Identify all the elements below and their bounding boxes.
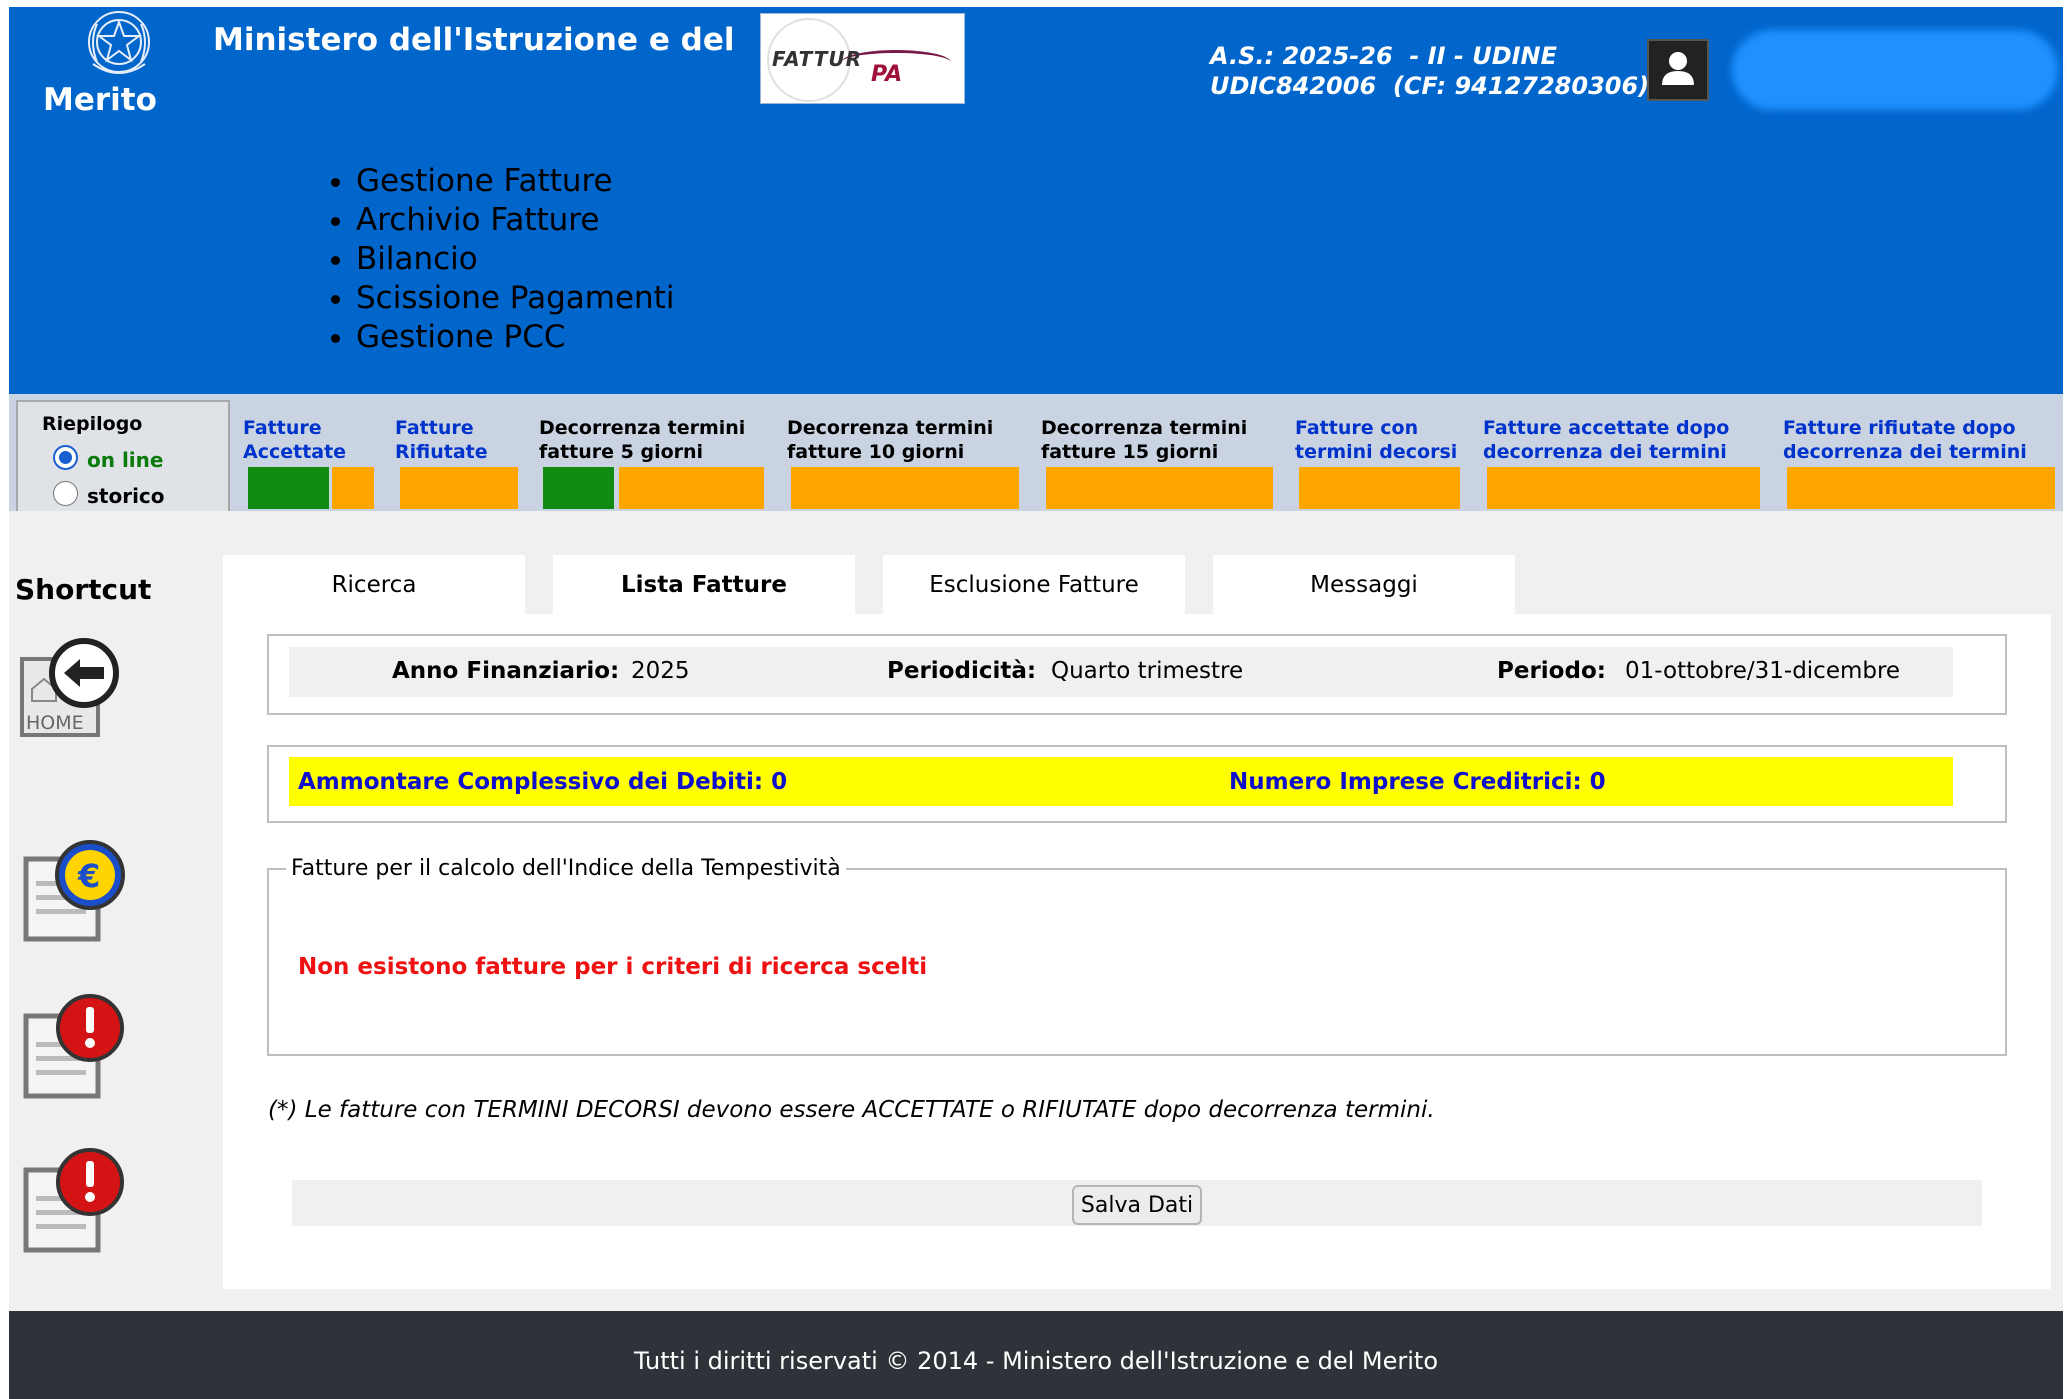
status-decorrenza-15-giorni: Decorrenza termini fatture 15 giorni xyxy=(1041,417,1248,463)
periodicita-value: Quarto trimestre xyxy=(1051,658,1244,684)
save-data-button[interactable]: Salva Dati xyxy=(1072,1185,1202,1225)
user-account-button[interactable] xyxy=(1647,39,1709,101)
menu-item-gestione-pcc[interactable]: Gestione PCC xyxy=(356,318,674,357)
termini-decorsi-note: (*) Le fatture con TERMINI DECORSI devon… xyxy=(268,1097,1435,1123)
alert-document-shortcut-icon[interactable] xyxy=(16,992,128,1102)
bar-termini-decorsi xyxy=(1299,467,1460,509)
anno-finanziario-label: Anno Finanziario: xyxy=(392,658,620,684)
bar-5-giorni-orange xyxy=(619,467,764,509)
status-fatture-rifiutate[interactable]: Fatture Rifiutate xyxy=(395,416,488,464)
bar-accettate-dopo xyxy=(1487,467,1760,509)
numero-imprese-creditrici: Numero Imprese Creditrici: 0 xyxy=(1229,769,1606,795)
school-year-info: A.S.: 2025-26 - II - UDINE UDIC842006 (C… xyxy=(1210,41,1649,101)
bar-rifiutate-dopo xyxy=(1787,467,2055,509)
main-menu: Gestione Fatture Archivio Fatture Bilanc… xyxy=(330,162,674,357)
status-decorrenza-10-giorni: Decorrenza termini fatture 10 giorni xyxy=(787,417,994,463)
italian-republic-emblem-icon xyxy=(88,11,150,74)
radio-storico-label[interactable]: storico xyxy=(87,484,165,508)
home-back-shortcut-icon[interactable]: HOME xyxy=(16,637,128,747)
fieldset-legend: Fatture per il calcolo dell'Indice della… xyxy=(286,856,846,881)
shortcut-title: Shortcut xyxy=(15,573,152,606)
bar-accettate-orange xyxy=(332,467,374,509)
ministry-name-line1: Ministero dell'Istruzione e del xyxy=(213,22,735,58)
logo-text-pa: PA xyxy=(871,62,903,87)
bar-15-giorni xyxy=(1046,467,1273,509)
bar-rifiutate xyxy=(400,467,518,509)
menu-item-bilancio[interactable]: Bilancio xyxy=(356,240,674,279)
riepilogo-title: Riepilogo xyxy=(42,413,143,435)
school-info-line1: A.S.: 2025-26 - II - UDINE xyxy=(1210,42,1558,70)
svg-text:€: € xyxy=(77,857,100,895)
fattura-pa-logo: FATTUR PA xyxy=(760,13,965,104)
footer-copyright: Tutti i diritti riservati © 2014 - Minis… xyxy=(633,1347,1439,1375)
periodo-value: 01-ottobre/31-dicembre xyxy=(1625,658,1901,684)
periodicita-label: Periodicità: xyxy=(887,658,1037,684)
status-rifiutate-dopo-decorrenza[interactable]: Fatture rifiutate dopo decorrenza dei te… xyxy=(1783,416,2027,464)
tab-ricerca[interactable]: Ricerca xyxy=(223,555,525,615)
menu-item-gestione-fatture[interactable]: Gestione Fatture xyxy=(356,162,674,201)
tab-lista-fatture[interactable]: Lista Fatture xyxy=(553,555,855,615)
status-accettate-dopo-decorrenza[interactable]: Fatture accettate dopo decorrenza dei te… xyxy=(1483,416,1729,464)
status-decorrenza-5-giorni: Decorrenza termini fatture 5 giorni xyxy=(539,417,746,463)
ministry-name-line2: Merito xyxy=(43,82,157,118)
home-label: HOME xyxy=(26,712,84,734)
user-icon xyxy=(1662,52,1694,85)
status-fatture-accettate[interactable]: Fatture Accettate xyxy=(243,416,346,464)
invoice-euro-shortcut-icon[interactable]: € xyxy=(16,835,128,945)
menu-item-scissione-pagamenti[interactable]: Scissione Pagamenti xyxy=(356,279,674,318)
redacted-user-name xyxy=(1732,30,2058,110)
bar-accettate-green xyxy=(248,467,329,509)
periodo-label: Periodo: xyxy=(1497,658,1606,684)
menu-item-archivio-fatture[interactable]: Archivio Fatture xyxy=(356,201,674,240)
alert-document-2-shortcut-icon[interactable] xyxy=(16,1146,128,1256)
tab-messaggi[interactable]: Messaggi xyxy=(1213,555,1515,615)
anno-finanziario-value: 2025 xyxy=(631,658,690,684)
bar-5-giorni-green xyxy=(543,467,614,509)
radio-storico[interactable] xyxy=(53,481,78,506)
status-termini-decorsi[interactable]: Fatture con termini decorsi xyxy=(1295,416,1457,464)
ammontare-debiti: Ammontare Complessivo dei Debiti: 0 xyxy=(298,769,788,795)
school-info-line2: UDIC842006 (CF: 94127280306) xyxy=(1210,72,1650,100)
bar-10-giorni xyxy=(791,467,1019,509)
tab-esclusione-fatture[interactable]: Esclusione Fatture xyxy=(883,555,1185,615)
logo-text-fattura: FATTUR xyxy=(772,47,863,71)
radio-online[interactable] xyxy=(53,445,78,470)
radio-online-label[interactable]: on line xyxy=(87,448,163,472)
no-results-message: Non esistono fatture per i criteri di ri… xyxy=(298,954,928,980)
